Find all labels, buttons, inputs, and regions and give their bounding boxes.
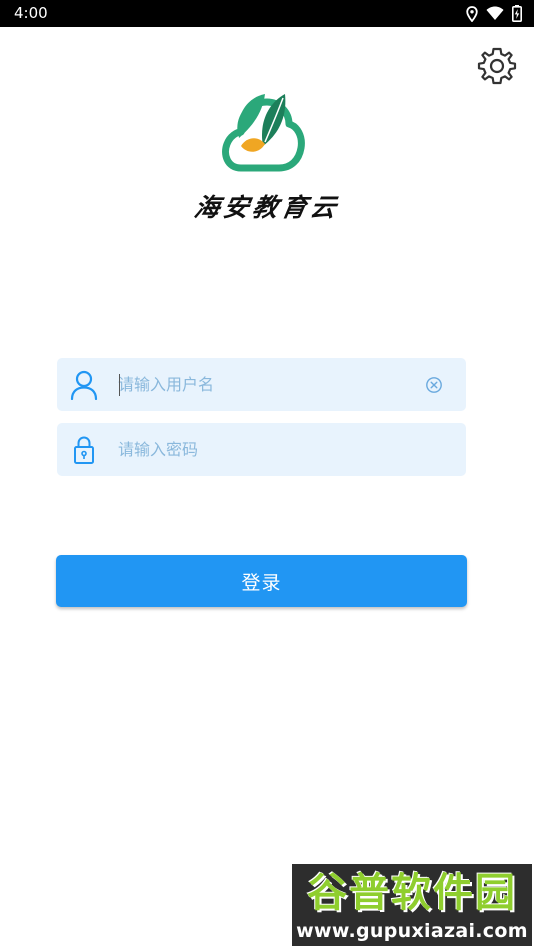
watermark: 谷普软件园 www.gupuxiazai.com (292, 864, 532, 946)
text-cursor (119, 374, 120, 396)
user-icon (70, 370, 98, 401)
watermark-title: 谷普软件园 (307, 870, 517, 916)
location-icon (466, 5, 478, 22)
wifi-icon (486, 6, 504, 21)
lock-icon (70, 435, 98, 465)
login-button[interactable]: 登录 (56, 555, 467, 607)
status-bar: 4:00 (0, 0, 534, 27)
password-field[interactable] (57, 423, 466, 476)
app-name: 海安教育云 (192, 193, 343, 222)
watermark-url: www.gupuxiazai.com (296, 920, 528, 942)
settings-button[interactable] (475, 46, 519, 90)
password-input[interactable] (118, 423, 418, 476)
gear-icon (477, 46, 517, 90)
status-icons (466, 4, 522, 23)
app-logo (219, 88, 307, 174)
username-input[interactable] (118, 358, 418, 411)
clear-icon[interactable] (425, 376, 443, 394)
battery-charging-icon (512, 5, 522, 22)
status-time: 4:00 (14, 4, 48, 22)
